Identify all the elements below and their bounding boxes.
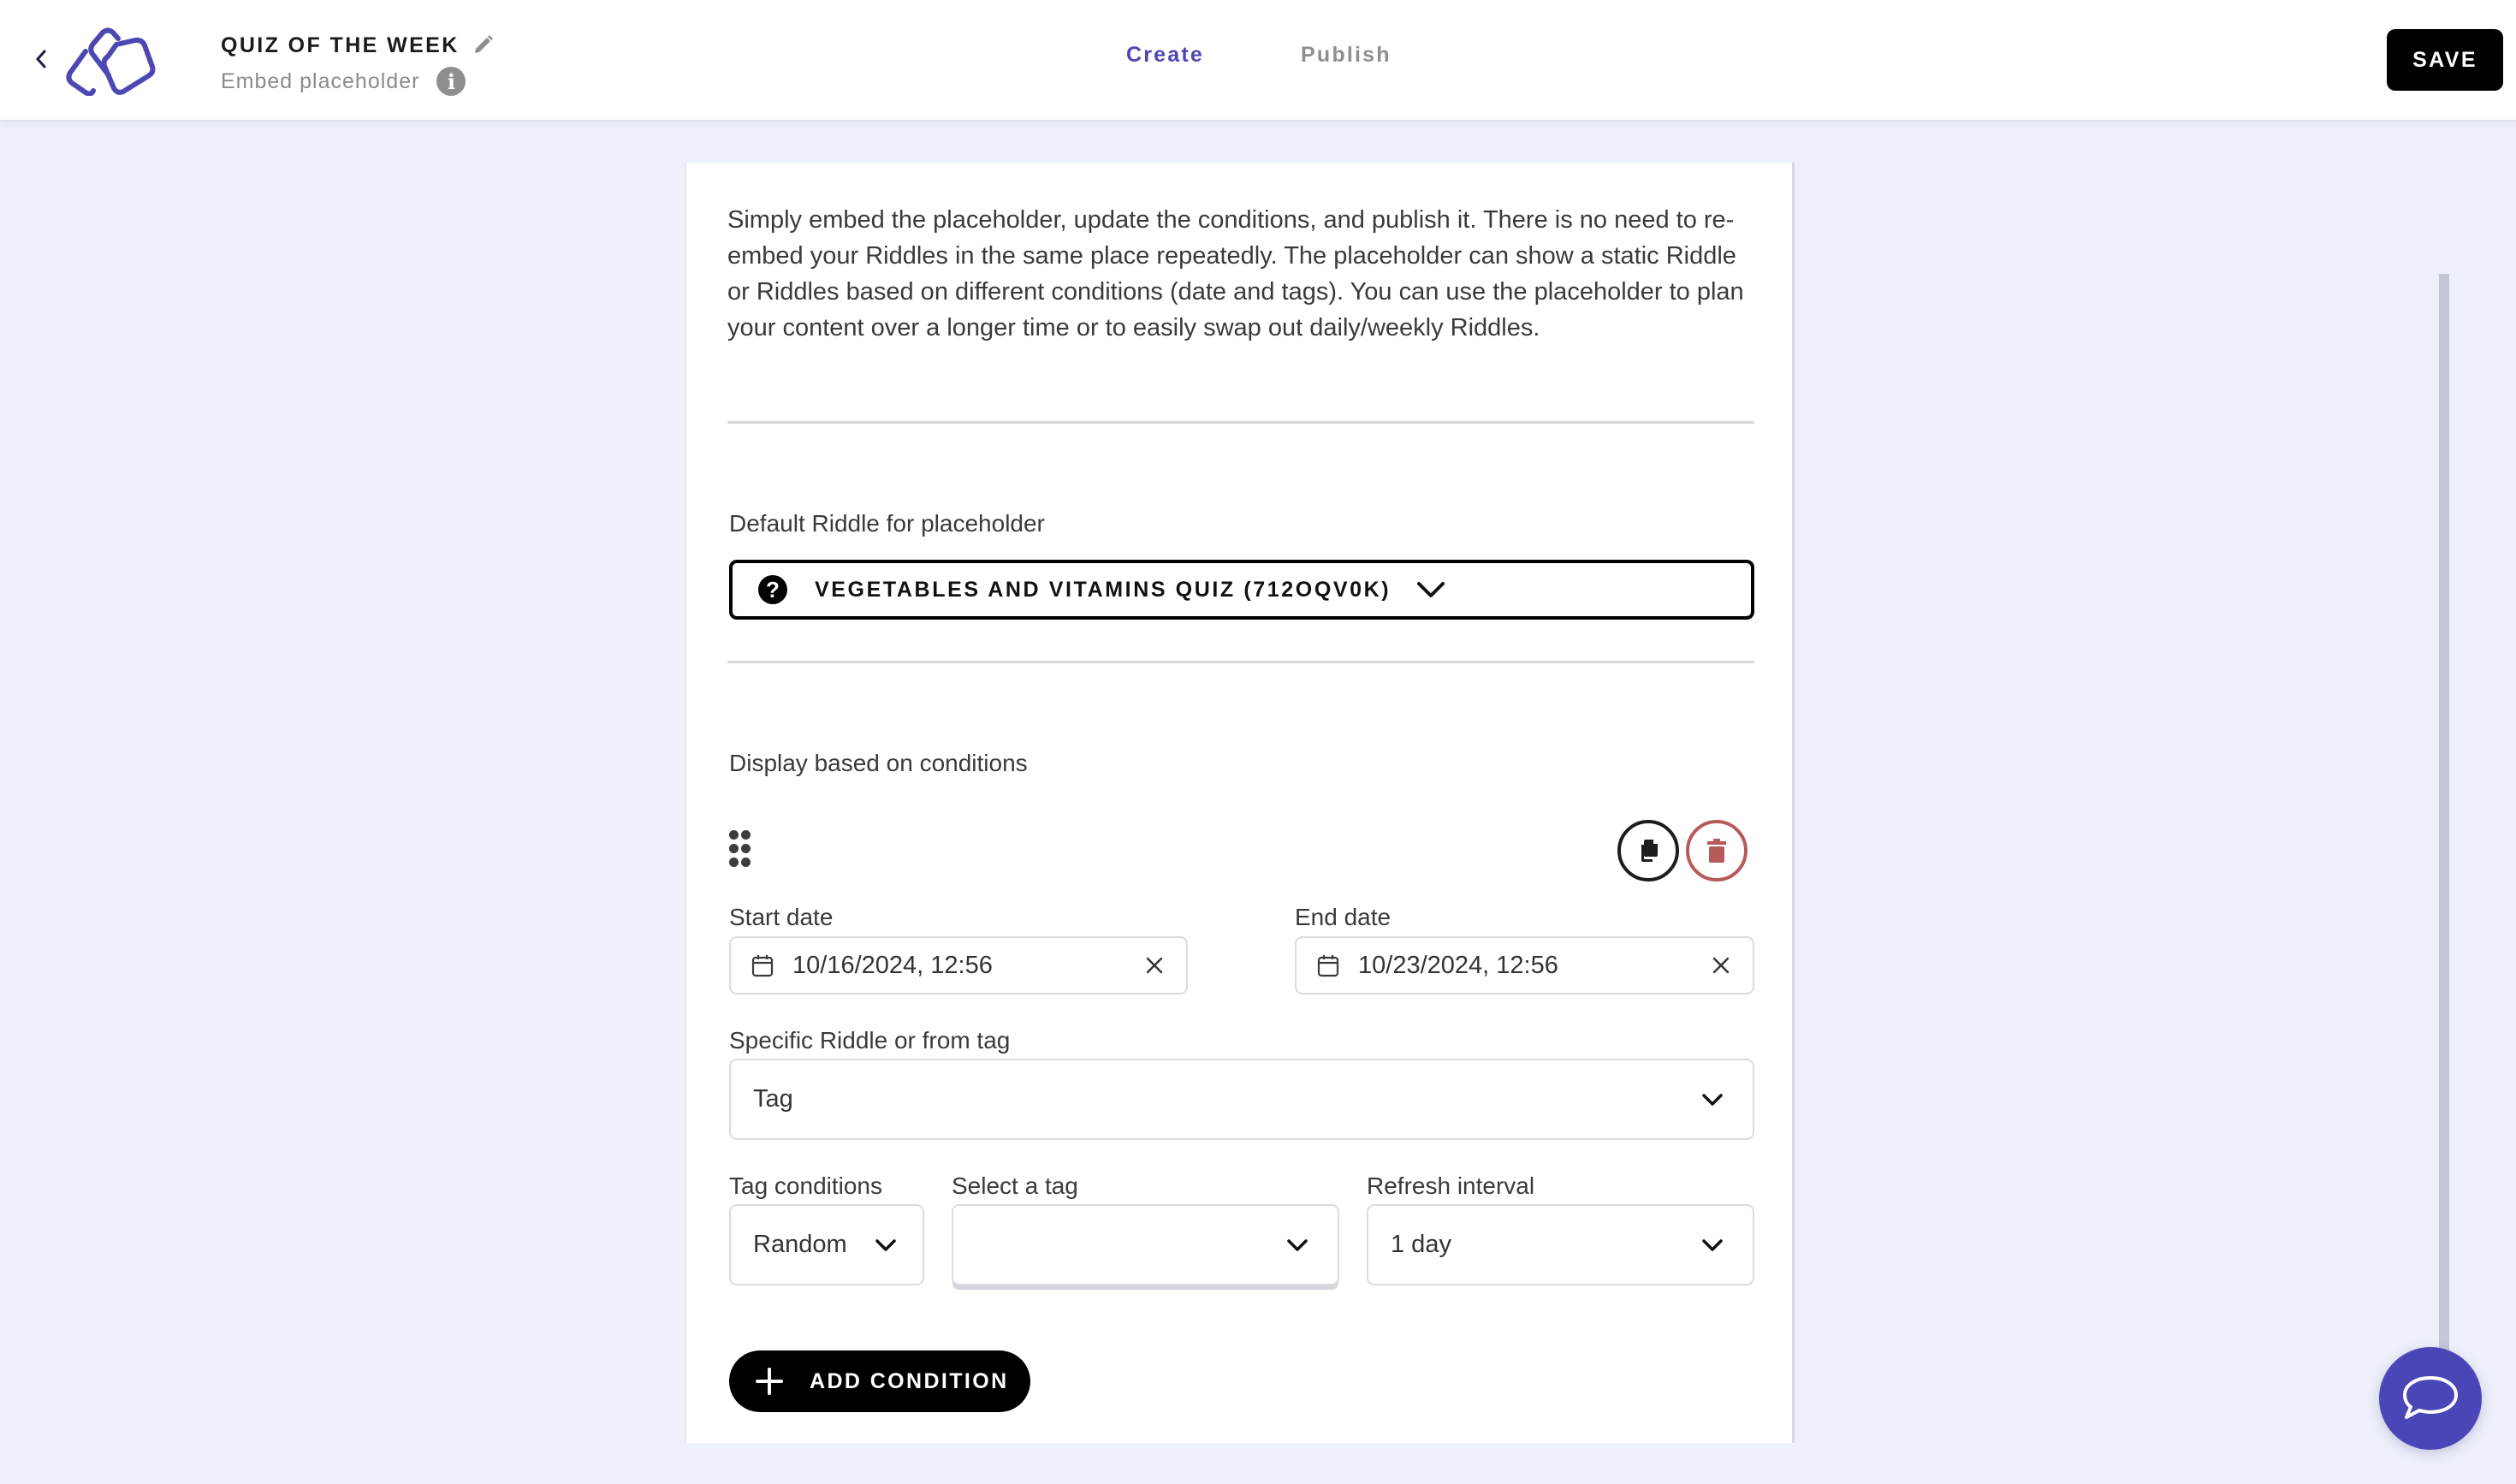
end-date-label: End date xyxy=(1295,904,1392,930)
calendar-icon xyxy=(1317,955,1339,977)
chat-support-button[interactable] xyxy=(2379,1347,2482,1450)
title-block: QUIZ OF THE WEEK Embed placeholder i xyxy=(221,31,494,96)
start-date-label: Start date xyxy=(729,904,834,930)
copy-icon xyxy=(1641,840,1658,862)
chevron-down-icon xyxy=(875,1238,896,1251)
chat-bubble-icon xyxy=(2403,1376,2458,1419)
plus-icon xyxy=(756,1368,783,1395)
select-tag-select[interactable] xyxy=(952,1204,1339,1285)
conditions-heading: Display based on conditions xyxy=(729,750,1028,776)
add-condition-label: ADD CONDITION xyxy=(810,1368,1009,1393)
source-label: Specific Riddle or from tag xyxy=(729,1027,1011,1054)
tag-conditions-label: Tag conditions xyxy=(729,1172,883,1199)
tab-publish[interactable]: Publish xyxy=(1301,43,1392,68)
top-header: QUIZ OF THE WEEK Embed placeholder i Cre… xyxy=(0,0,2516,122)
source-value: Tag xyxy=(753,1085,793,1113)
clear-start-date-icon[interactable] xyxy=(1145,956,1164,975)
chevron-down-icon xyxy=(1702,1238,1723,1251)
drag-handle-icon[interactable] xyxy=(729,830,751,868)
calendar-icon xyxy=(751,955,774,977)
default-riddle-label: Default Riddle for placeholder xyxy=(729,510,1045,537)
clear-end-date-icon[interactable] xyxy=(1712,956,1730,975)
refresh-interval-select[interactable]: 1 day xyxy=(1367,1204,1754,1285)
chevron-down-icon xyxy=(1417,582,1445,597)
tag-conditions-select[interactable]: Random xyxy=(729,1204,924,1285)
tab-create[interactable]: Create xyxy=(1126,43,1204,68)
page-scrollbar[interactable] xyxy=(2439,274,2449,1361)
intro-text: Simply embed the placeholder, update the… xyxy=(727,206,1744,341)
source-select[interactable]: Tag xyxy=(729,1059,1754,1140)
add-condition-button[interactable]: ADD CONDITION xyxy=(729,1350,1030,1412)
riddle-type-subtitle: Embed placeholder xyxy=(221,68,420,93)
refresh-interval-label: Refresh interval xyxy=(1367,1172,1535,1199)
tag-conditions-value: Random xyxy=(753,1231,847,1258)
duplicate-condition-button[interactable] xyxy=(1617,820,1679,881)
chevron-down-icon xyxy=(1702,1093,1723,1106)
section-divider xyxy=(727,661,1754,663)
edit-pencil-icon[interactable] xyxy=(472,34,494,56)
start-date-value: 10/16/2024, 12:56 xyxy=(792,951,993,979)
quiz-title: QUIZ OF THE WEEK xyxy=(221,33,460,57)
default-riddle-value: VEGETABLES AND VITAMINS QUIZ (712OQV0K) xyxy=(815,577,1392,602)
refresh-interval-value: 1 day xyxy=(1391,1231,1451,1258)
placeholder-settings-card: Simply embed the placeholder, update the… xyxy=(685,163,1795,1443)
default-riddle-select[interactable]: ? VEGETABLES AND VITAMINS QUIZ (712OQV0K… xyxy=(729,560,1754,620)
question-icon: ? xyxy=(758,575,787,604)
start-date-input[interactable]: 10/16/2024, 12:56 xyxy=(729,936,1188,994)
end-date-input[interactable]: 10/23/2024, 12:56 xyxy=(1295,936,1754,994)
riddle-logo-icon[interactable] xyxy=(60,26,156,96)
trash-icon xyxy=(1707,839,1726,863)
delete-condition-button[interactable] xyxy=(1686,820,1748,881)
chevron-down-icon xyxy=(1287,1238,1308,1251)
section-divider xyxy=(727,421,1754,424)
back-chevron-icon[interactable] xyxy=(33,46,50,72)
save-button[interactable]: SAVE xyxy=(2387,29,2503,91)
select-tag-label: Select a tag xyxy=(952,1172,1078,1199)
info-icon[interactable]: i xyxy=(436,67,466,96)
end-date-value: 10/23/2024, 12:56 xyxy=(1358,951,1558,979)
